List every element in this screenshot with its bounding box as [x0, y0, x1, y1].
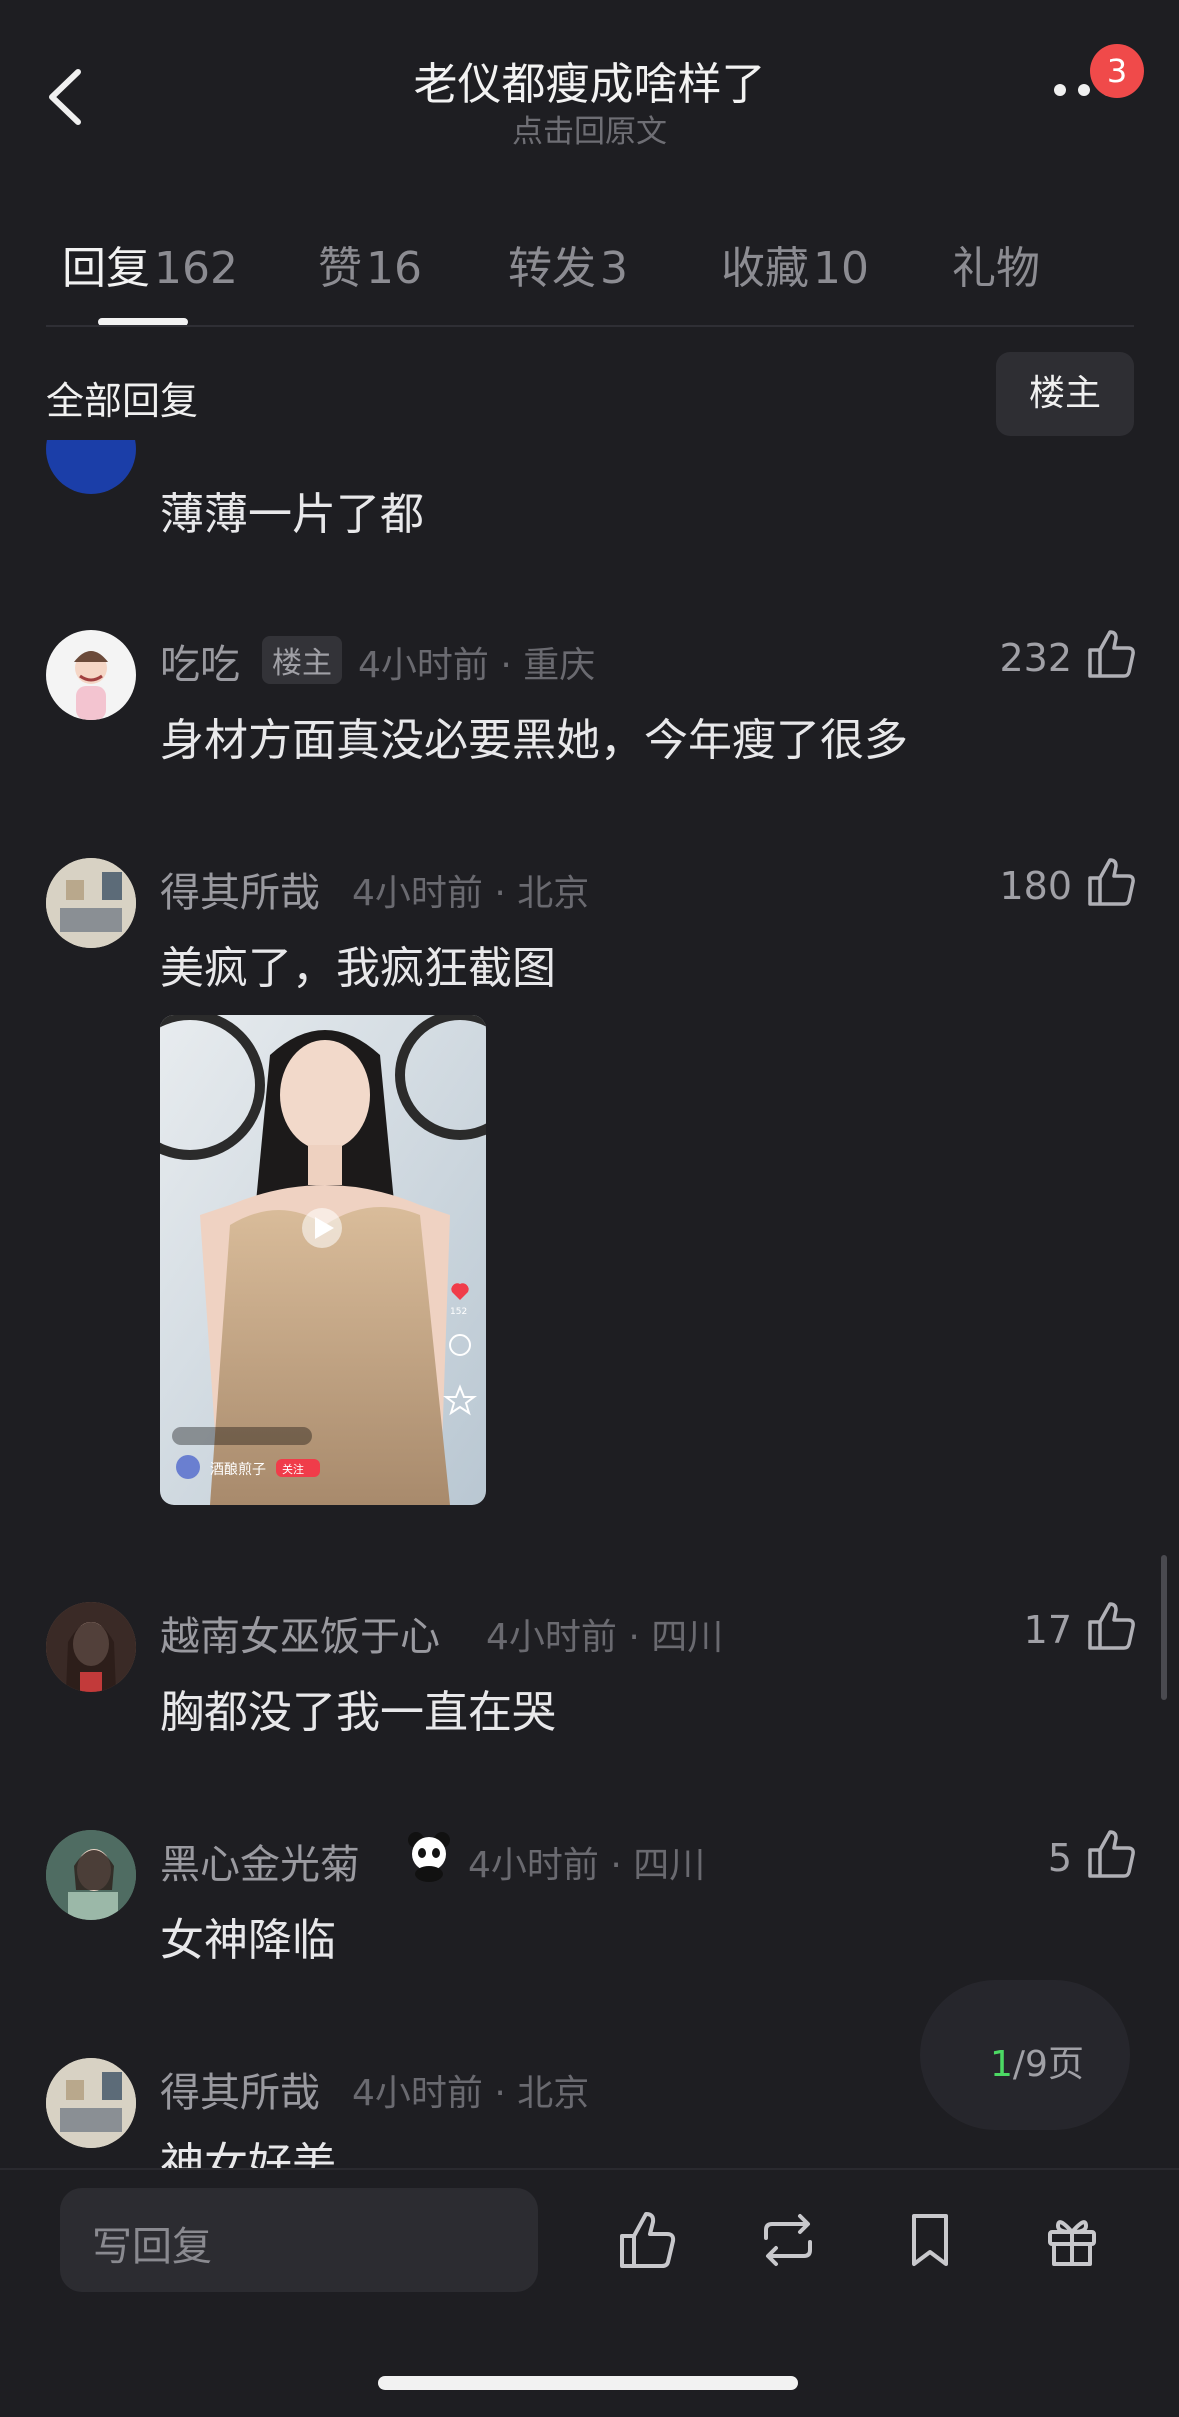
thumb-up-icon[interactable]	[1084, 1828, 1136, 1880]
comment-meta: 4小时前 · 四川	[468, 1845, 706, 1886]
tab-count: 162	[154, 243, 238, 294]
comment-author[interactable]: 黑心金光菊	[160, 1832, 360, 1890]
divider	[46, 325, 1134, 327]
bookmark-icon[interactable]	[898, 2208, 962, 2272]
thumb-up-icon[interactable]	[1084, 628, 1136, 680]
screenshot-thumbnail	[160, 1015, 486, 1505]
scrollbar[interactable]	[1161, 1555, 1167, 1700]
comment-text: 神女好美	[160, 2139, 336, 2168]
comment-meta: 4小时前 · 重庆	[358, 645, 596, 686]
avatar[interactable]	[46, 630, 136, 720]
avatar-photo	[46, 2058, 136, 2148]
tab-label: 收藏	[721, 243, 809, 294]
comment-image[interactable]: 酒酿煎子 关注 152	[160, 1015, 486, 1505]
thumb-up-icon[interactable]	[1084, 856, 1136, 908]
like-count: 5	[1047, 1836, 1072, 1880]
avatar-photo	[46, 858, 136, 948]
avatar[interactable]	[46, 1602, 136, 1692]
page-indicator-text: 1/9页	[990, 2035, 1084, 2087]
page-title: 老仪都瘦成啥样了	[413, 59, 766, 110]
comment-author[interactable]: 得其所哉	[160, 860, 320, 918]
tab-count: 3	[600, 243, 628, 294]
avatar-photo	[46, 1602, 136, 1692]
repost-icon[interactable]	[756, 2208, 820, 2272]
gift-icon[interactable]	[1040, 2208, 1104, 2272]
image-overlay-user: 酒酿煎子	[210, 1462, 266, 1478]
reply-placeholder: 写回复	[92, 2224, 212, 2270]
comment-author[interactable]: 得其所哉	[160, 2060, 320, 2118]
tab-label: 赞	[318, 243, 362, 294]
total-pages: /9页	[1012, 2044, 1084, 2085]
owner-tag: 楼主	[262, 636, 342, 684]
current-page: 1	[990, 2044, 1013, 2085]
image-overlay-follow: 关注	[282, 1463, 304, 1476]
comment-text-clip: 神女好美	[160, 2128, 860, 2168]
avatar[interactable]	[46, 1830, 136, 1920]
comment-meta: 4小时前 · 北京	[352, 2073, 590, 2114]
image-overlay-like-count: 152	[450, 1307, 468, 1317]
tab-label: 转发	[508, 243, 596, 294]
tab-likes[interactable]: 赞16	[318, 232, 422, 296]
like-count: 17	[1023, 1608, 1072, 1652]
home-indicator	[378, 2376, 798, 2390]
owner-only-filter-button[interactable]: 楼主	[996, 352, 1134, 436]
like-count: 232	[999, 636, 1072, 680]
comment-text: 美疯了，我疯狂截图	[160, 943, 556, 994]
like-count: 180	[999, 864, 1072, 908]
tab-gifts[interactable]: 礼物	[952, 232, 1040, 296]
comment-text: 胸都没了我一直在哭	[160, 1687, 556, 1738]
tab-replies[interactable]: 回复162	[62, 232, 238, 296]
tab-label: 回复	[62, 243, 150, 294]
comment-meta: 4小时前 · 北京	[352, 873, 590, 914]
thumb-up-icon[interactable]	[1084, 1600, 1136, 1652]
comment-author[interactable]: 越南女巫饭于心	[160, 1604, 440, 1662]
notification-badge: 3	[1090, 44, 1144, 98]
tab-label: 礼物	[952, 243, 1040, 294]
avatar-photo	[46, 1830, 136, 1920]
avatar-illustration	[74, 651, 108, 720]
avatar[interactable]	[46, 440, 136, 494]
comment-author[interactable]: 吃吃	[160, 632, 240, 690]
tab-count: 10	[813, 243, 869, 294]
section-title: 全部回复	[46, 379, 199, 423]
comment-text: 身材方面真没必要黑她，今年瘦了很多	[160, 715, 908, 766]
avatar[interactable]	[46, 2058, 136, 2148]
comment-meta: 4小时前 · 四川	[486, 1617, 724, 1658]
avatar[interactable]	[46, 858, 136, 948]
comment-text: 女神降临	[160, 1915, 336, 1966]
back-to-original-link[interactable]: 点击回原文	[0, 106, 1179, 151]
tab-favorites[interactable]: 收藏10	[721, 232, 869, 296]
comment-text: 薄薄一片了都	[160, 489, 424, 540]
tab-count: 16	[366, 243, 422, 294]
like-icon[interactable]	[614, 2208, 678, 2272]
panda-badge-icon	[408, 1832, 450, 1882]
tab-reposts[interactable]: 转发3	[508, 232, 628, 296]
